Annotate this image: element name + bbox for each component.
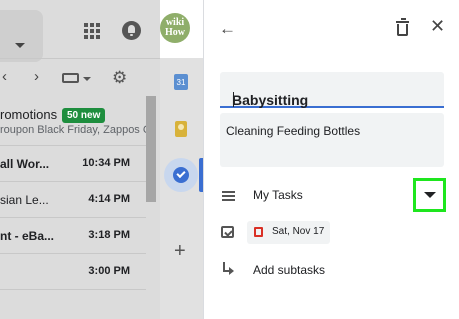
add-subtasks-button[interactable]: Add subtasks [253, 263, 325, 277]
email-row[interactable]: sian Le... 4:14 PM [0, 181, 146, 217]
email-subject: nt - eBa... [0, 229, 55, 243]
new-count-badge: 50 new [62, 108, 106, 123]
date-check-icon [221, 226, 234, 238]
due-date-text: Sat, Nov 17 [272, 226, 325, 237]
email-row[interactable]: nt - eBa... 3:18 PM [0, 217, 146, 253]
email-time: 3:18 PM [88, 229, 130, 241]
account-dropdown[interactable] [0, 10, 43, 62]
task-details-text: Cleaning Feeding Bottles [226, 124, 361, 138]
chevron-down-icon[interactable] [416, 181, 443, 209]
keep-icon[interactable] [175, 121, 187, 137]
list-icon [222, 191, 235, 201]
email-subject: all Wor... [0, 157, 50, 171]
email-subject: sian Le... [0, 193, 49, 207]
trash-icon[interactable] [396, 18, 409, 36]
task-title-input[interactable]: Babysitting [220, 72, 444, 108]
email-time: 10:34 PM [82, 157, 130, 169]
apps-grid-icon[interactable] [84, 23, 100, 39]
task-details-input[interactable]: Cleaning Feeding Bottles [220, 113, 444, 167]
toolbar-divider [0, 58, 160, 59]
back-arrow-icon[interactable]: ← [219, 20, 236, 37]
due-date-chip[interactable]: Sat, Nov 17 [247, 221, 330, 244]
email-row[interactable] [0, 289, 146, 319]
chevron-right-icon[interactable]: › [34, 68, 39, 85]
chevron-down-icon [15, 43, 25, 48]
email-row[interactable]: all Wor... 10:34 PM [0, 145, 146, 181]
email-time: 3:00 PM [88, 265, 130, 277]
add-addon-icon[interactable]: + [174, 241, 186, 261]
scrollbar[interactable] [146, 96, 156, 202]
task-title-text: Babysitting [232, 92, 309, 108]
task-detail-panel: ← ✕ Babysitting Cleaning Feeding Bottles… [203, 0, 459, 319]
close-icon[interactable]: ✕ [430, 17, 445, 35]
chevron-down-icon[interactable] [83, 77, 91, 81]
task-list-name[interactable]: My Tasks [253, 188, 303, 202]
promotions-label[interactable]: romotions [0, 107, 57, 122]
calendar-icon[interactable]: 31 [174, 74, 188, 90]
chevron-left-icon[interactable]: ‹ [2, 68, 7, 85]
gear-icon[interactable]: ⚙ [112, 69, 127, 86]
subtask-arrow-icon [223, 262, 234, 275]
email-row[interactable]: 3:00 PM [0, 253, 146, 289]
email-time: 4:14 PM [88, 193, 130, 205]
calendar-icon [254, 227, 263, 237]
list-dropdown-button[interactable] [413, 178, 446, 212]
keyboard-icon[interactable] [62, 73, 79, 83]
gmail-background: ‹ › ⚙ romotions 50 new roupon Black Frid… [0, 0, 160, 319]
avatar[interactable]: wiki How [160, 13, 190, 43]
text-cursor [233, 92, 234, 107]
notifications-icon[interactable] [122, 21, 141, 40]
promotions-senders: roupon Black Friday, Zappos C [0, 124, 151, 136]
addons-sidebar: 31 + [160, 58, 203, 319]
